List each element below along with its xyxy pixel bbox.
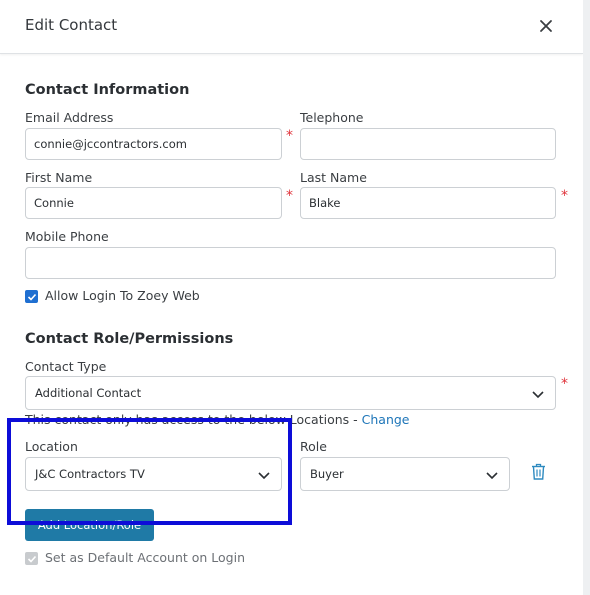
role-label: Role: [300, 439, 327, 454]
mobile-phone-field[interactable]: [25, 247, 556, 279]
first-name-label: First Name: [25, 170, 93, 185]
change-link[interactable]: Change: [362, 412, 410, 427]
email-required-marker: *: [286, 128, 293, 144]
annotation-highlight-box: [7, 418, 292, 525]
last-name-required-marker: *: [561, 188, 568, 204]
contact-type-required-marker: *: [561, 376, 568, 392]
first-name-field[interactable]: Connie: [25, 187, 282, 219]
scrollbar-track[interactable]: [583, 0, 590, 595]
checkmark-icon: [27, 293, 37, 301]
trash-icon[interactable]: [531, 463, 546, 480]
contact-information-heading: Contact Information: [25, 82, 190, 98]
close-icon: [540, 20, 552, 32]
chevron-down-icon: [486, 472, 498, 480]
telephone-field[interactable]: [300, 128, 556, 160]
contact-type-value: Additional Contact: [35, 386, 142, 400]
edit-contact-modal: Edit Contact Contact Information Email A…: [0, 0, 583, 595]
default-account-label: Set as Default Account on Login: [45, 550, 245, 565]
contact-type-label: Contact Type: [25, 359, 107, 374]
first-name-required-marker: *: [286, 188, 293, 204]
role-select[interactable]: Buyer: [300, 457, 510, 491]
allow-login-label: Allow Login To Zoey Web: [45, 288, 200, 303]
contact-role-heading: Contact Role/Permissions: [25, 331, 234, 347]
contact-type-select[interactable]: Additional Contact: [25, 376, 556, 410]
checkmark-icon: [27, 555, 37, 563]
email-label: Email Address: [25, 110, 114, 125]
default-account-checkbox[interactable]: [25, 552, 38, 565]
last-name-field[interactable]: Blake: [300, 187, 556, 219]
email-field[interactable]: connie@jccontractors.com: [25, 128, 282, 160]
last-name-label: Last Name: [300, 170, 367, 185]
chevron-down-icon: [532, 391, 544, 399]
telephone-label: Telephone: [300, 110, 364, 125]
modal-header: Edit Contact: [0, 0, 583, 54]
mobile-phone-label: Mobile Phone: [25, 229, 109, 244]
close-button[interactable]: [536, 16, 556, 36]
role-value: Buyer: [310, 467, 344, 481]
allow-login-checkbox[interactable]: [25, 290, 38, 303]
modal-title: Edit Contact: [25, 16, 118, 34]
